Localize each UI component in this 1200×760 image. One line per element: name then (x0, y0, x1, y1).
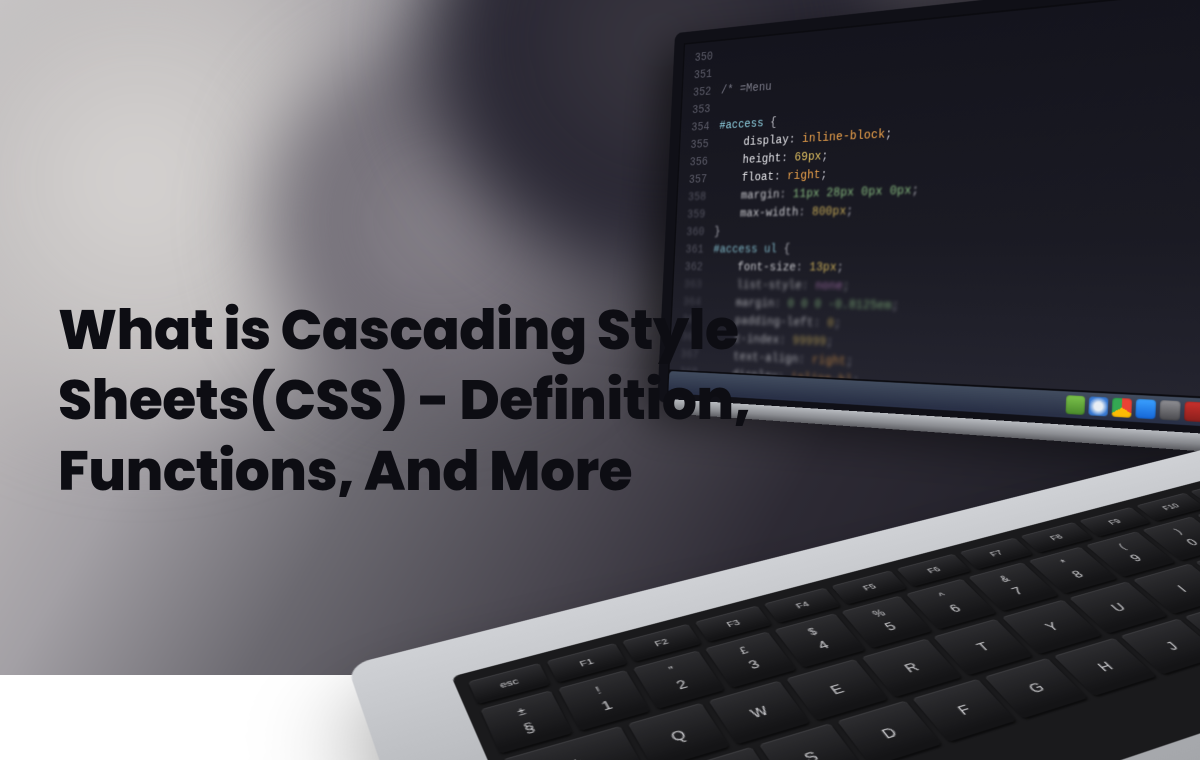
headline-line: Sheets(CSS) - Definition, (58, 366, 1160, 436)
filezilla-icon (1184, 401, 1200, 422)
launchpad-icon (1159, 400, 1180, 421)
headline-line: Functions, And More (58, 437, 1160, 507)
article-title-overlay: What is Cascading Style Sheets(CSS) - De… (58, 296, 1160, 507)
headline-line: What is Cascading Style (58, 296, 1160, 366)
